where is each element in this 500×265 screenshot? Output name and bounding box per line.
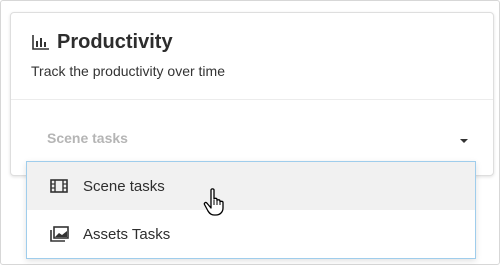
bar-chart-icon <box>31 33 51 51</box>
images-icon <box>49 226 69 242</box>
card-subtitle: Track the productivity over time <box>31 63 225 79</box>
menu-item-label: Scene tasks <box>83 177 165 195</box>
menu-item-assets-tasks[interactable]: Assets Tasks <box>27 210 475 258</box>
task-type-dropdown-menu: Scene tasks Assets Tasks <box>26 161 476 259</box>
task-type-select[interactable]: Scene tasks <box>27 117 475 159</box>
productivity-card: Productivity Track the productivity over… <box>10 12 494 176</box>
caret-down-icon <box>457 133 471 143</box>
hand-pointer-cursor-icon <box>202 187 228 217</box>
menu-item-scene-tasks[interactable]: Scene tasks <box>27 162 475 210</box>
card-title: Productivity <box>57 31 173 53</box>
card-header: Productivity Track the productivity over… <box>11 13 493 100</box>
select-value: Scene tasks <box>47 130 128 146</box>
film-icon <box>49 178 69 194</box>
title-row: Productivity <box>31 30 173 54</box>
menu-item-label: Assets Tasks <box>83 225 171 243</box>
